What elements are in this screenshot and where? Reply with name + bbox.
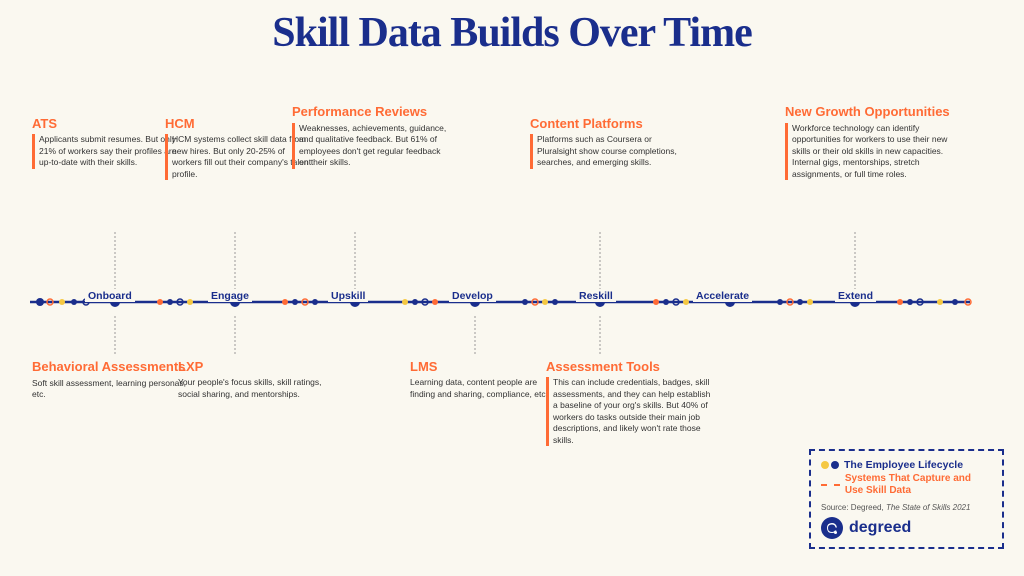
degreed-text: degreed [849,519,911,537]
behavioral-title: Behavioral Assessments [32,359,190,375]
legend-source: Source: Degreed, The State of Skills 202… [821,503,992,512]
legend-box: The Employee Lifecycle Systems That Capt… [809,449,1004,549]
new-growth-card: New Growth Opportunities Workforce techn… [785,104,963,180]
stage-upskill: Upskill [328,290,368,302]
content-platforms-title: Content Platforms [530,116,688,131]
legend-subtitle: Systems That Capture and Use Skill Data [845,473,992,497]
assessment-tools-text: This can include credentials, badges, sk… [553,377,711,446]
stage-engage: Engage [208,290,252,302]
stage-onboard: Onboard [85,290,135,302]
degreed-logo-icon [825,521,839,535]
performance-card: Performance Reviews Weaknesses, achievem… [292,104,452,168]
behavioral-card: Behavioral Assessments Soft skill assess… [32,359,190,401]
lxp-text: Your people's focus skills, skill rating… [178,377,326,400]
ats-title: ATS [32,116,180,131]
content-platforms-text: Platforms such as Coursera or Pluralsigh… [537,134,688,168]
legend-title: The Employee Lifecycle [844,459,963,471]
lms-title: LMS [410,359,550,374]
stage-extend: Extend [835,290,876,302]
assessment-tools-card: Assessment Tools This can include creden… [546,359,711,446]
content-platforms-card: Content Platforms Platforms such as Cour… [530,116,688,168]
ats-card: ATS Applicants submit resumes. But only … [32,116,180,168]
page-container: Skill Data Builds Over Time [0,0,1024,576]
degreed-icon [821,517,843,539]
performance-title: Performance Reviews [292,104,452,120]
performance-text: Weaknesses, achievements, guidance, and … [299,123,452,169]
assessment-tools-title: Assessment Tools [546,359,711,374]
new-growth-title: New Growth Opportunities [785,104,963,120]
ats-text: Applicants submit resumes. But only 21% … [39,134,180,168]
lms-text: Learning data, content people are findin… [410,377,550,400]
new-growth-text: Workforce technology can identify opport… [792,123,963,180]
lxp-title: LXP [178,359,326,374]
behavioral-text: Soft skill assessment, learning personas… [32,378,190,401]
stage-develop: Develop [449,290,496,302]
stage-reskill: Reskill [576,290,616,302]
stage-accelerate: Accelerate [693,290,752,302]
lms-card: LMS Learning data, content people are fi… [410,359,550,400]
degreed-logo: degreed [821,517,992,539]
main-title: Skill Data Builds Over Time [20,10,1004,56]
lxp-card: LXP Your people's focus skills, skill ra… [178,359,326,400]
